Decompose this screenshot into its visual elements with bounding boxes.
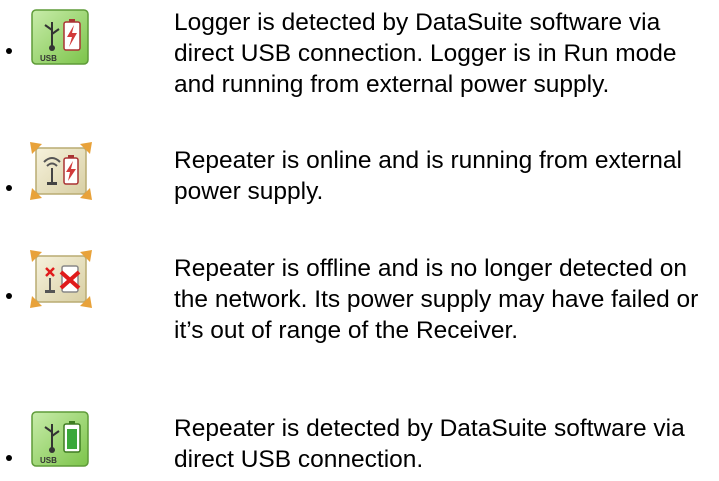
svg-text:USB: USB — [40, 456, 57, 465]
bullet — [6, 455, 12, 461]
item-description: Repeater is offline and is no longer det… — [174, 255, 699, 344]
bullet — [6, 48, 12, 54]
bullet — [6, 293, 12, 299]
bullet — [6, 185, 12, 191]
item-description: Repeater is online and is running from e… — [174, 147, 682, 205]
svg-text:USB: USB — [40, 54, 57, 63]
repeater-offline-icon — [30, 250, 92, 308]
item-description: Logger is detected by DataSuite software… — [174, 9, 677, 98]
usb-repeater-battery-icon: USB — [30, 410, 92, 468]
usb-logger-external-power-icon: USB — [30, 8, 92, 66]
item-description: Repeater is detected by DataSuite softwa… — [174, 415, 685, 473]
repeater-online-external-power-icon — [30, 142, 92, 200]
